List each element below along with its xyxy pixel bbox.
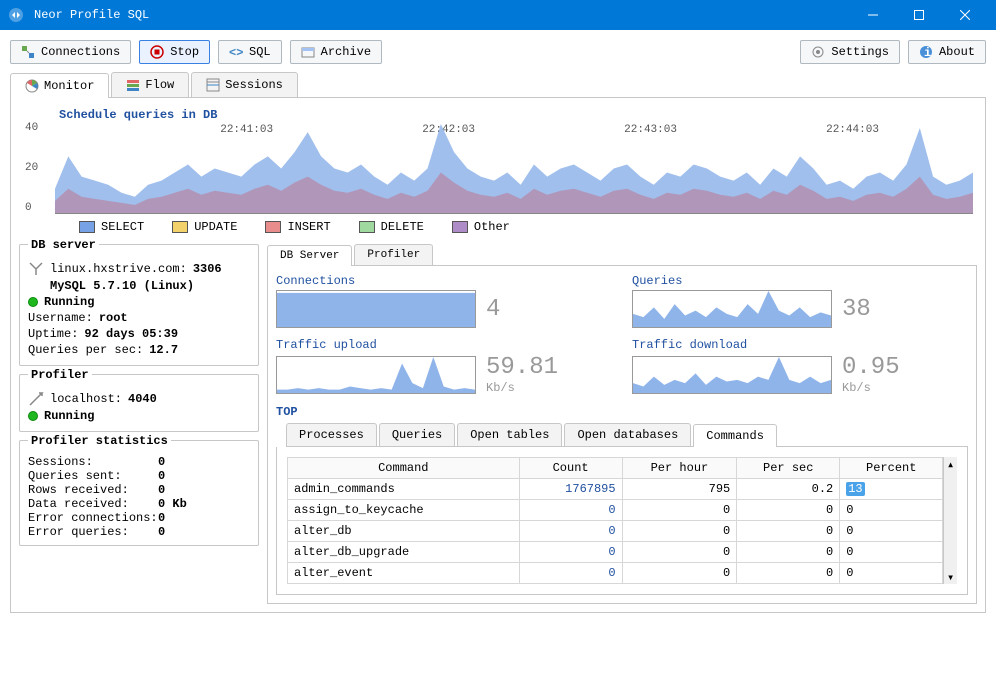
col-count[interactable]: Count: [519, 458, 622, 479]
tab-monitor[interactable]: Monitor: [10, 73, 109, 98]
titlebar: Neor Profile SQL: [0, 0, 996, 30]
gear-icon: [811, 45, 825, 59]
svg-text:<>: <>: [229, 46, 243, 59]
window-title: Neor Profile SQL: [30, 8, 850, 22]
tab-sessions[interactable]: Sessions: [191, 72, 298, 97]
toptab-open-databases[interactable]: Open databases: [564, 423, 691, 446]
connections-icon: [21, 45, 35, 59]
col-command[interactable]: Command: [288, 458, 520, 479]
table-row[interactable]: alter_event0000: [288, 563, 943, 584]
toptab-queries[interactable]: Queries: [379, 423, 455, 446]
subtab-profiler[interactable]: Profiler: [354, 244, 433, 265]
archive-button[interactable]: Archive: [290, 40, 382, 64]
profiler-stats-box: Profiler statistics Sessions:0Queries se…: [19, 440, 259, 546]
app-icon: [8, 7, 24, 23]
col-per-sec[interactable]: Per sec: [737, 458, 840, 479]
col-per-hour[interactable]: Per hour: [622, 458, 737, 479]
toptab-open-tables[interactable]: Open tables: [457, 423, 562, 446]
connections-label: Connections: [41, 45, 120, 59]
table-row[interactable]: alter_db_upgrade0000: [288, 542, 943, 563]
subtab-dbserver[interactable]: DB Server: [267, 245, 352, 266]
right-subtabs: DB Server Profiler: [267, 244, 977, 266]
metric-queries: Queries 38: [632, 274, 968, 328]
sessions-icon: [206, 78, 220, 92]
commands-table: CommandCountPer hourPer secPercent admin…: [287, 457, 943, 584]
tab-flow[interactable]: Flow: [111, 72, 189, 97]
db-icon: [28, 261, 44, 277]
table-scrollbar[interactable]: ▴ ▾: [943, 457, 957, 584]
settings-label: Settings: [831, 45, 889, 59]
top-table-wrap: CommandCountPer hourPer secPercent admin…: [276, 447, 968, 595]
chart-legend: SELECT UPDATE INSERT DELETE Other: [19, 214, 977, 236]
table-row[interactable]: assign_to_keycache0000: [288, 500, 943, 521]
minimize-button[interactable]: [850, 0, 896, 30]
toptab-processes[interactable]: Processes: [286, 423, 377, 446]
sql-button[interactable]: <> SQL: [218, 40, 282, 64]
stop-label: Stop: [170, 45, 199, 59]
status-dot: [28, 297, 38, 307]
db-server-box: DB server linux.hxstrive.com: 3306 MySQL…: [19, 244, 259, 366]
about-button[interactable]: i About: [908, 40, 986, 64]
monitor-icon: [25, 79, 39, 93]
archive-label: Archive: [321, 45, 371, 59]
main-toolbar: Connections Stop <> SQL Archive Settings…: [10, 40, 986, 64]
sql-icon: <>: [229, 45, 243, 59]
profiler-box: Profiler localhost: 4040 Running: [19, 374, 259, 432]
close-button[interactable]: [942, 0, 988, 30]
status-dot: [28, 411, 38, 421]
metric-download: Traffic download 0.95Kb/s: [632, 338, 968, 395]
schedule-title: Schedule queries in DB: [59, 108, 977, 122]
monitor-panel: Schedule queries in DB 40 20 0 22:41:03 …: [10, 98, 986, 613]
stop-button[interactable]: Stop: [139, 40, 210, 64]
stop-icon: [150, 45, 164, 59]
table-row[interactable]: admin_commands17678957950.213: [288, 479, 943, 500]
schedule-chart: 40 20 0 22:41:03 22:42:03 22:43:03 22:44…: [55, 124, 973, 214]
sql-label: SQL: [249, 45, 271, 59]
main-tabs: Monitor Flow Sessions: [10, 72, 986, 98]
top-label: TOP: [276, 405, 968, 419]
settings-button[interactable]: Settings: [800, 40, 900, 64]
about-label: About: [939, 45, 975, 59]
archive-icon: [301, 45, 315, 59]
connections-button[interactable]: Connections: [10, 40, 131, 64]
svg-text:i: i: [924, 46, 931, 59]
profiler-icon: [28, 391, 44, 407]
dbserver-subpanel: Connections 4 Queries 38: [267, 266, 977, 604]
toptab-commands[interactable]: Commands: [693, 424, 777, 447]
top-tabs: ProcessesQueriesOpen tablesOpen database…: [286, 423, 968, 447]
info-icon: i: [919, 45, 933, 59]
flow-icon: [126, 78, 140, 92]
table-row[interactable]: alter_db0000: [288, 521, 943, 542]
metric-connections: Connections 4: [276, 274, 612, 328]
maximize-button[interactable]: [896, 0, 942, 30]
metric-upload: Traffic upload 59.81Kb/s: [276, 338, 612, 395]
col-percent[interactable]: Percent: [840, 458, 943, 479]
